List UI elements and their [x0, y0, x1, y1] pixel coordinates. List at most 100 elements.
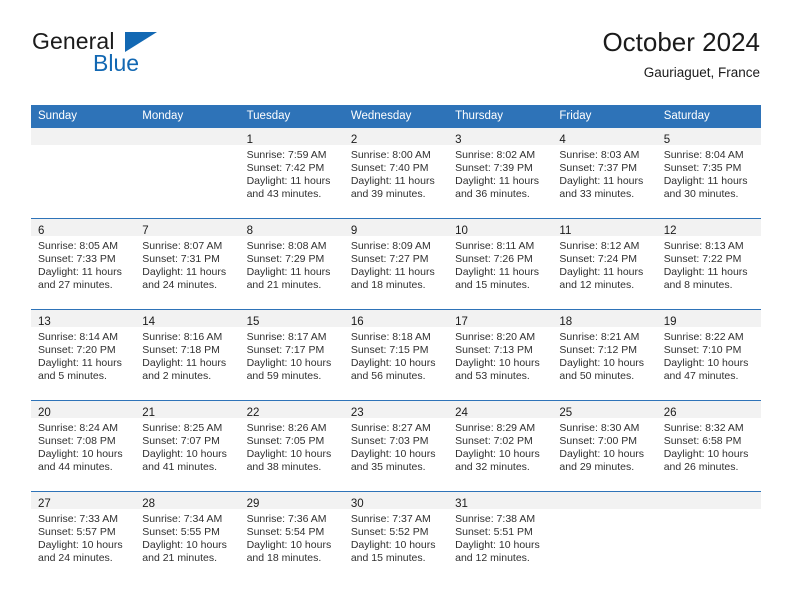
sunset-text: Sunset: 7:31 PM	[142, 252, 220, 265]
daylight-text-line1: Daylight: 10 hours	[38, 539, 123, 552]
day-number: 12	[663, 224, 677, 237]
day-number-band: 26	[656, 400, 761, 419]
daylight-text-line2: and 44 minutes.	[38, 461, 113, 474]
daylight-text-line1: Daylight: 11 hours	[559, 266, 644, 279]
day-details: Sunrise: 8:11 AM Sunset: 7:26 PM Daylight:…	[448, 236, 552, 293]
daylight-text-line2: and 53 minutes.	[455, 370, 530, 383]
calendar-day-cell[interactable]: 28 Sunrise: 7:34 AM Sunset: 5:55 PM Dayligh…	[135, 490, 240, 582]
calendar-day-cell[interactable]: 20 Sunrise: 8:24 AM Sunset: 7:08 PM Dayligh…	[31, 399, 136, 492]
daylight-text-line1: Daylight: 11 hours	[455, 175, 539, 188]
daylight-text-line1: Daylight: 10 hours	[559, 448, 645, 461]
sunrise-text: Sunrise: 8:18 AM	[350, 330, 431, 343]
calendar-day-cell[interactable]: 6 Sunrise: 8:05 AM Sunset: 7:33 PM Daylight…	[31, 217, 136, 310]
calendar-day-cell[interactable]: 22 Sunrise: 8:26 AM Sunset: 7:05 PM Dayligh…	[239, 399, 344, 492]
sunset-text: Sunset: 7:15 PM	[350, 343, 429, 356]
weekday-header-sunday: Sunday	[31, 105, 136, 128]
sunset-text: Sunset: 7:07 PM	[142, 434, 220, 447]
calendar-empty-cell	[552, 490, 657, 582]
daylight-text-line2: and 26 minutes.	[663, 461, 739, 474]
day-number: 11	[559, 224, 572, 237]
day-number: 30	[350, 497, 364, 510]
daylight-text-line2: and 29 minutes.	[559, 461, 635, 474]
brand-logo[interactable]: General Blue	[32, 30, 272, 90]
day-number-band: 8	[239, 218, 344, 237]
daylight-text-line1: Daylight: 10 hours	[246, 448, 332, 461]
day-number-band: 7	[135, 218, 240, 237]
sunset-text: Sunset: 7:02 PM	[455, 434, 533, 447]
calendar-day-cell[interactable]: 15 Sunrise: 8:17 AM Sunset: 7:17 PM Dayligh…	[239, 308, 344, 401]
sunset-text: Sunset: 7:08 PM	[38, 434, 116, 447]
sunrise-text: Sunrise: 7:34 AM	[142, 512, 223, 525]
calendar-day-cell[interactable]: 17 Sunrise: 8:20 AM Sunset: 7:13 PM Dayligh…	[448, 308, 553, 401]
daylight-text-line1: Daylight: 10 hours	[455, 357, 540, 370]
calendar-day-cell[interactable]: 9 Sunrise: 8:09 AM Sunset: 7:27 PM Daylight…	[343, 217, 449, 310]
calendar-day-cell[interactable]: 26 Sunrise: 8:32 AM Sunset: 6:58 PM Dayligh…	[656, 399, 761, 492]
page-header: General Blue October 2024 Gauriaguet, Fr…	[32, 27, 760, 90]
sunset-text: Sunset: 5:54 PM	[246, 525, 325, 538]
calendar-day-cell[interactable]: 18 Sunrise: 8:21 AM Sunset: 7:12 PM Dayligh…	[552, 308, 657, 401]
calendar-day-cell[interactable]: 24 Sunrise: 8:29 AM Sunset: 7:02 PM Dayligh…	[448, 399, 553, 492]
day-number-band	[552, 491, 657, 509]
calendar-day-cell[interactable]: 3 Sunrise: 8:02 AM Sunset: 7:39 PM Daylight…	[448, 127, 553, 219]
calendar-day-cell[interactable]: 7 Sunrise: 8:07 AM Sunset: 7:31 PM Daylight…	[135, 217, 240, 310]
calendar-day-cell[interactable]: 25 Sunrise: 8:30 AM Sunset: 7:00 PM Dayligh…	[552, 399, 657, 492]
sunrise-text: Sunrise: 8:20 AM	[455, 330, 536, 343]
calendar-day-cell[interactable]: 10 Sunrise: 8:11 AM Sunset: 7:26 PM Dayligh…	[448, 217, 553, 310]
calendar-day-cell[interactable]: 21 Sunrise: 8:25 AM Sunset: 7:07 PM Dayligh…	[135, 399, 240, 492]
sunset-text: Sunset: 7:39 PM	[455, 161, 533, 174]
sunset-text: Sunset: 7:24 PM	[559, 252, 638, 265]
calendar-day-cell[interactable]: 19 Sunrise: 8:22 AM Sunset: 7:10 PM Dayligh…	[656, 308, 761, 401]
daylight-text-line2: and 15 minutes.	[350, 552, 426, 565]
day-number: 8	[246, 224, 253, 237]
daylight-text-line1: Daylight: 10 hours	[38, 448, 123, 461]
day-details: Sunrise: 8:07 AM Sunset: 7:31 PM Daylight:…	[135, 236, 239, 293]
calendar-day-cell[interactable]: 27 Sunrise: 7:33 AM Sunset: 5:57 PM Dayligh…	[31, 490, 136, 582]
day-number: 21	[142, 406, 156, 419]
daylight-text-line1: Daylight: 10 hours	[455, 539, 540, 552]
calendar-day-cell[interactable]: 30 Sunrise: 7:37 AM Sunset: 5:52 PM Dayligh…	[343, 490, 449, 582]
day-number: 13	[38, 315, 51, 328]
calendar-week-row: 13 Sunrise: 8:14 AM Sunset: 7:20 PM Dayligh…	[31, 308, 761, 401]
weekday-header-friday: Friday	[552, 105, 657, 128]
day-details: Sunrise: 8:20 AM Sunset: 7:13 PM Daylight:…	[448, 327, 552, 384]
sunset-text: Sunset: 7:18 PM	[142, 343, 220, 356]
day-details: Sunrise: 8:32 AM Sunset: 6:58 PM Daylight:…	[657, 418, 761, 475]
sunrise-text: Sunrise: 8:13 AM	[663, 239, 744, 252]
sunrise-text: Sunrise: 8:24 AM	[38, 421, 118, 434]
calendar-week-row: 20 Sunrise: 8:24 AM Sunset: 7:08 PM Dayligh…	[31, 399, 761, 492]
brand-name-blue: Blue	[93, 50, 140, 76]
calendar-day-cell[interactable]: 2 Sunrise: 8:00 AM Sunset: 7:40 PM Daylight…	[343, 127, 449, 219]
sunrise-text: Sunrise: 8:32 AM	[663, 421, 744, 434]
calendar-day-cell[interactable]: 8 Sunrise: 8:08 AM Sunset: 7:29 PM Daylight…	[239, 217, 344, 310]
daylight-text-line1: Daylight: 10 hours	[559, 357, 645, 370]
calendar-day-cell[interactable]: 1 Sunrise: 7:59 AM Sunset: 7:42 PM Daylight…	[239, 127, 344, 219]
sunrise-text: Sunrise: 8:03 AM	[559, 148, 640, 161]
calendar-day-cell[interactable]: 14 Sunrise: 8:16 AM Sunset: 7:18 PM Dayligh…	[135, 308, 240, 401]
day-number-band: 29	[239, 491, 344, 510]
sunset-text: Sunset: 7:33 PM	[38, 252, 116, 265]
day-number: 15	[246, 315, 260, 328]
calendar-day-cell[interactable]: 12 Sunrise: 8:13 AM Sunset: 7:22 PM Dayligh…	[656, 217, 761, 310]
calendar-day-cell[interactable]: 29 Sunrise: 7:36 AM Sunset: 5:54 PM Dayligh…	[239, 490, 344, 582]
day-number: 2	[350, 133, 358, 146]
day-details: Sunrise: 7:37 AM Sunset: 5:52 PM Daylight:…	[344, 509, 448, 566]
sunrise-text: Sunrise: 8:27 AM	[350, 421, 431, 434]
day-number-band: 12	[656, 218, 761, 237]
day-details: Sunrise: 8:00 AM Sunset: 7:40 PM Daylight:…	[344, 145, 448, 202]
sunrise-text: Sunrise: 8:04 AM	[663, 148, 744, 161]
sunset-text: Sunset: 7:29 PM	[246, 252, 325, 265]
sunrise-text: Sunrise: 8:29 AM	[455, 421, 536, 434]
day-details: Sunrise: 8:22 AM Sunset: 7:10 PM Daylight:…	[657, 327, 761, 384]
sunset-text: Sunset: 7:27 PM	[350, 252, 429, 265]
calendar-day-cell[interactable]: 31 Sunrise: 7:38 AM Sunset: 5:51 PM Dayligh…	[448, 490, 553, 582]
day-number-band: 21	[135, 400, 240, 419]
calendar-day-cell[interactable]: 16 Sunrise: 8:18 AM Sunset: 7:15 PM Dayligh…	[343, 308, 449, 401]
calendar-day-cell[interactable]: 5 Sunrise: 8:04 AM Sunset: 7:35 PM Daylight…	[656, 127, 761, 219]
calendar-day-cell[interactable]: 23 Sunrise: 8:27 AM Sunset: 7:03 PM Dayligh…	[343, 399, 449, 492]
calendar-day-cell[interactable]: 11 Sunrise: 8:12 AM Sunset: 7:24 PM Dayligh…	[552, 217, 657, 310]
day-details: Sunrise: 7:36 AM Sunset: 5:54 PM Daylight:…	[240, 509, 344, 566]
calendar-day-cell[interactable]: 13 Sunrise: 8:14 AM Sunset: 7:20 PM Dayligh…	[31, 308, 136, 401]
calendar-day-cell[interactable]: 4 Sunrise: 8:03 AM Sunset: 7:37 PM Daylight…	[552, 127, 657, 219]
day-number-band	[135, 127, 240, 145]
day-number-band	[656, 491, 761, 509]
